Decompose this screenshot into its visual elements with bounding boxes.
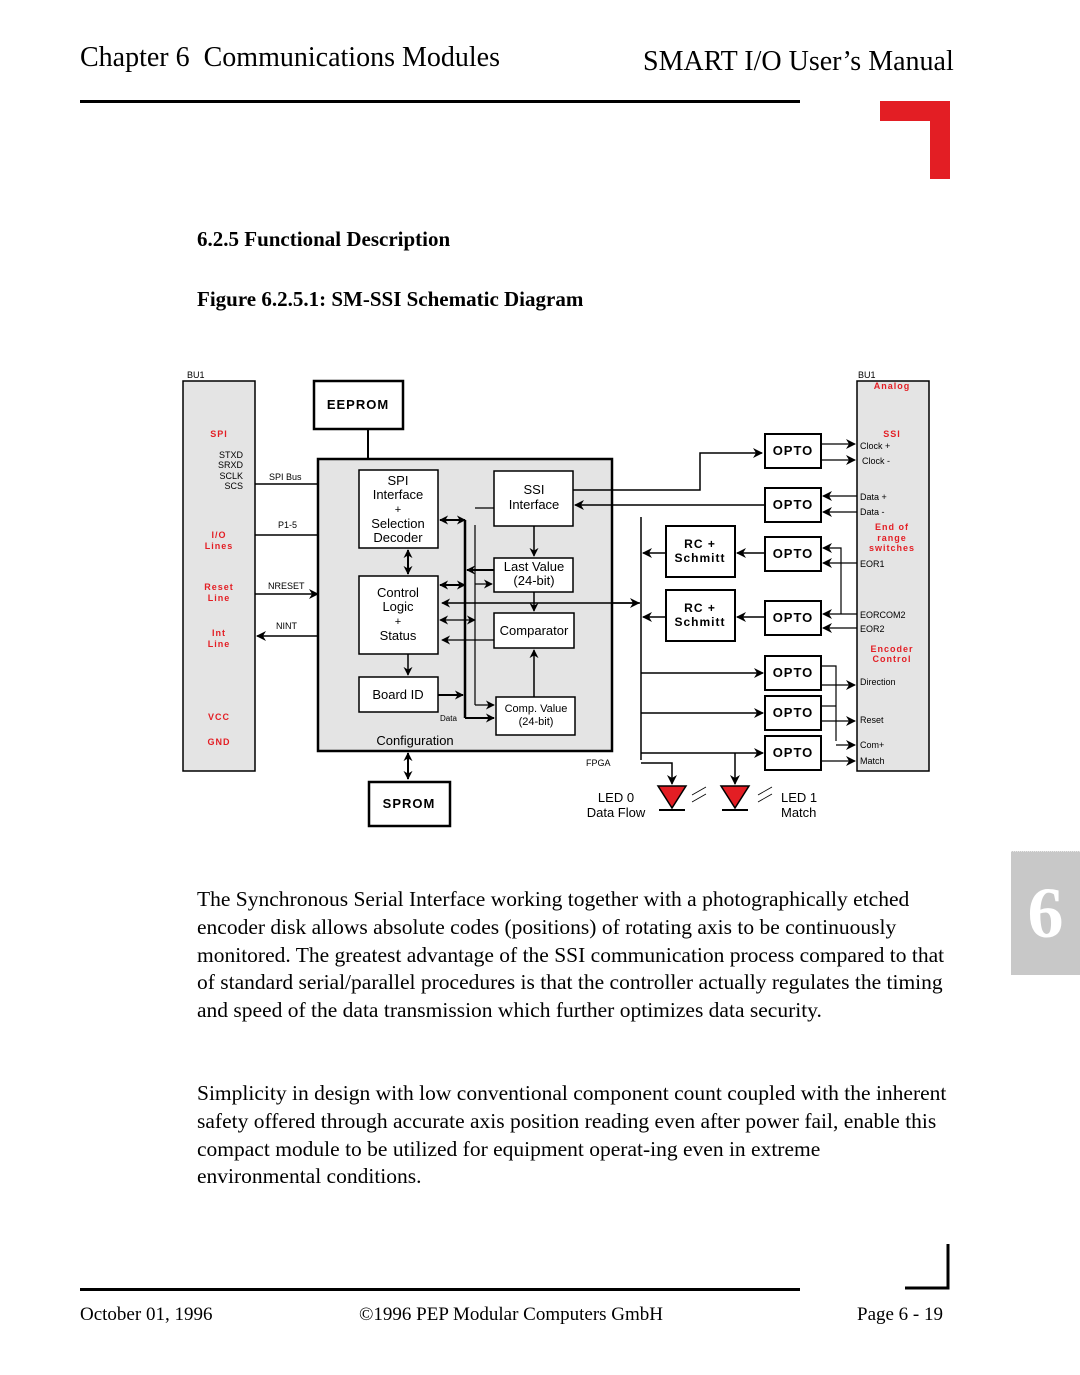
last-value-label-2: (24-bit) xyxy=(513,573,554,588)
spi-interface-label-1: SPI xyxy=(388,473,409,488)
io-group-label-1: I/O xyxy=(211,530,226,540)
end-of-range-label-2: range xyxy=(877,533,907,543)
schematic-diagram: BU1 SPI I/O Lines Reset Line Int Line VC… xyxy=(182,370,930,828)
signal-data-plus: Data + xyxy=(860,492,887,502)
control-logic-label-1: Control xyxy=(377,585,419,600)
led-1-sublabel: Match xyxy=(781,805,816,820)
signal-srxd: SRXD xyxy=(218,460,244,470)
control-logic-label-2: Logic xyxy=(382,599,414,614)
p1-5-label: P1-5 xyxy=(278,520,297,530)
led-1-icon xyxy=(719,785,773,811)
footer-copyright: ©1996 PEP Modular Computers GmbH xyxy=(359,1304,664,1325)
control-logic-label-3: + xyxy=(395,616,401,628)
int-group-label-1: Int xyxy=(212,628,226,638)
opto-7-label: OPTO xyxy=(773,745,814,760)
eeprom-label: EEPROM xyxy=(327,397,389,412)
signal-clock-plus: Clock + xyxy=(860,441,890,451)
body-paragraph-2: Simplicity in design with low convention… xyxy=(197,1081,947,1189)
gnd-label: GND xyxy=(208,737,231,747)
end-of-range-label-3: switches xyxy=(869,543,915,553)
signal-clock-minus: Clock - xyxy=(862,456,890,466)
analog-group-label: Analog xyxy=(874,381,911,391)
end-of-range-label-1: End of xyxy=(875,522,909,532)
nreset-label: NRESET xyxy=(268,581,305,591)
comp-value-label-2: (24-bit) xyxy=(519,716,554,728)
comparator-label: Comparator xyxy=(500,623,569,638)
spi-bus-label: SPI Bus xyxy=(269,472,302,482)
vcc-label: VCC xyxy=(208,712,230,722)
rc-schmitt-2-label-1: RC + xyxy=(684,601,716,615)
led-0-sublabel: Data Flow xyxy=(587,805,646,820)
int-group-label-2: Line xyxy=(208,639,231,649)
signal-scs: SCS xyxy=(224,481,243,491)
comp-value-label-1: Comp. Value xyxy=(505,703,568,715)
opto-2-label: OPTO xyxy=(773,497,814,512)
signal-eor1: EOR1 xyxy=(860,559,885,569)
spi-group-label: SPI xyxy=(210,429,228,439)
encoder-control-label-2: Control xyxy=(873,654,912,664)
sprom-label: SPROM xyxy=(383,796,436,811)
opto-4-label: OPTO xyxy=(773,610,814,625)
signal-reset: Reset xyxy=(860,715,884,725)
configuration-label: Configuration xyxy=(376,733,453,748)
led-1-label: LED 1 xyxy=(781,790,817,805)
right-connector: BU1 Analog SSI End of range switches Enc… xyxy=(856,370,930,772)
opto-6-label: OPTO xyxy=(773,705,814,720)
signal-stxd: STXD xyxy=(219,450,244,460)
signal-direction: Direction xyxy=(860,677,896,687)
opto-blocks: OPTO OPTO OPTO OPTO OPTO OPTO OPTO xyxy=(764,433,822,771)
rc-schmitt-1-label-2: Schmitt xyxy=(674,551,725,565)
body-paragraph-1: The Synchronous Serial Interface working… xyxy=(197,887,945,1023)
led-0-label: LED 0 xyxy=(598,790,634,805)
signal-eor2: EOR2 xyxy=(860,624,885,634)
ssi-interface-label-2: Interface xyxy=(509,497,560,512)
footer-date: October 01, 1996 xyxy=(80,1304,213,1325)
ssi-group-label: SSI xyxy=(883,429,901,439)
rc-schmitt-1: RC + Schmitt xyxy=(665,525,736,578)
rc-schmitt-2-label-2: Schmitt xyxy=(674,615,725,629)
signal-sclk: SCLK xyxy=(219,471,243,481)
board-id-label: Board ID xyxy=(372,687,423,702)
opto-3-label: OPTO xyxy=(773,546,814,561)
spi-interface-label-3: + xyxy=(395,504,401,516)
footer-corner-marker-icon xyxy=(905,1244,950,1290)
last-value-label-1: Last Value xyxy=(504,559,564,574)
signal-match: Match xyxy=(860,756,885,766)
opto-5-label: OPTO xyxy=(773,665,814,680)
data-label: Data xyxy=(440,714,457,723)
signal-eorcom2: EORCOM2 xyxy=(860,610,906,620)
reset-group-label-2: Line xyxy=(208,593,231,603)
fpga-label: FPGA xyxy=(586,758,611,768)
nint-label: NINT xyxy=(276,621,297,631)
encoder-control-label-1: Encoder xyxy=(870,644,913,654)
chapter-thumb-number: 6 xyxy=(1027,873,1064,953)
io-group-label-2: Lines xyxy=(205,541,234,551)
footer-page-number: Page 6 - 19 xyxy=(857,1304,944,1325)
left-connector-label: BU1 xyxy=(187,370,205,380)
spi-interface-label-5: Decoder xyxy=(373,530,423,545)
right-connector-label: BU1 xyxy=(858,370,876,380)
rc-schmitt-2: RC + Schmitt xyxy=(665,589,736,642)
opto-1-label: OPTO xyxy=(773,443,814,458)
spi-interface-label-2: Interface xyxy=(373,487,424,502)
signal-data-minus: Data - xyxy=(860,507,885,517)
reset-group-label-1: Reset xyxy=(204,582,234,592)
ssi-interface-label-1: SSI xyxy=(524,482,545,497)
led-0-icon xyxy=(656,785,707,811)
footer-rule xyxy=(80,1288,800,1291)
control-logic-label-4: Status xyxy=(380,628,417,643)
spi-interface-label-4: Selection xyxy=(371,516,424,531)
signal-com-plus: Com+ xyxy=(860,740,884,750)
left-connector: BU1 SPI I/O Lines Reset Line Int Line VC… xyxy=(182,370,256,772)
rc-schmitt-1-label-1: RC + xyxy=(684,537,716,551)
